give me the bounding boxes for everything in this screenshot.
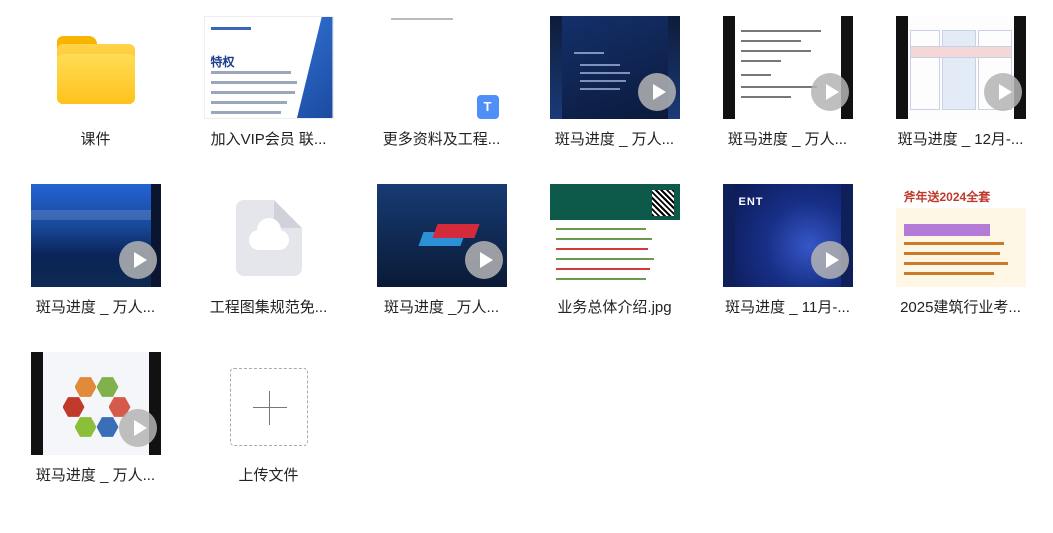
file-tile-more-docs[interactable]: T 更多资料及工程... [355, 0, 528, 168]
video-thumbnail: ENT [722, 184, 853, 287]
file-label: 斑马进度 _ 万人... [554, 131, 675, 148]
file-label: 斑马进度 _ 万人... [35, 467, 156, 484]
file-tile-exam-2025[interactable]: 斧年送2024全套 2025建筑行业考... [874, 168, 1047, 336]
video-thumbnail [549, 16, 680, 119]
file-label: 斑马进度 _ 11月-... [725, 299, 850, 316]
file-label: 工程图集规范免... [209, 299, 328, 316]
play-icon [810, 73, 849, 111]
file-tile-zhanma-12[interactable]: 斑马进度 _ 12月-... [874, 0, 1047, 168]
video-thumbnail [376, 184, 507, 287]
file-label: 斑马进度 _ 万人... [727, 131, 848, 148]
file-tile-zhanma-1[interactable]: 斑马进度 _ 万人... [528, 0, 701, 168]
file-tile-zhanma-3[interactable]: 斑马进度 _ 万人... [9, 168, 182, 336]
video-thumbnail [30, 184, 161, 287]
folder-icon [56, 36, 135, 104]
file-label: 加入VIP会员 联... [210, 131, 327, 148]
file-label: 斑马进度 _ 12月-... [897, 131, 1024, 148]
upload-file-button[interactable]: 上传文件 [182, 336, 355, 504]
thumb-title: ENT [738, 196, 764, 208]
file-tile-folder-kejian[interactable]: 课件 [9, 0, 182, 168]
file-tile-zhanma-5[interactable]: 斑马进度 _ 万人... [9, 336, 182, 504]
play-icon [464, 241, 503, 279]
image-thumbnail: 特权 [203, 16, 334, 119]
file-tile-zhanma-11[interactable]: ENT 斑马进度 _ 11月-... [701, 168, 874, 336]
video-thumbnail [895, 16, 1026, 119]
file-tile-business[interactable]: 业务总体介绍.jpg [528, 168, 701, 336]
image-thumbnail: 斧年送2024全套 [895, 184, 1026, 287]
file-label: 斑马进度 _ 万人... [35, 299, 156, 316]
play-icon [118, 241, 157, 279]
thumb-title: 特权 [210, 55, 235, 69]
video-thumbnail [722, 16, 853, 119]
thumb-title: 斧年送2024全套 [903, 190, 991, 204]
file-label: 课件 [80, 131, 111, 148]
play-icon [810, 241, 849, 279]
text-file-icon: T [476, 95, 499, 119]
file-label: 2025建筑行业考... [900, 299, 1021, 316]
file-label: 业务总体介绍.jpg [557, 299, 672, 316]
video-thumbnail [30, 352, 161, 455]
document-thumbnail: T [376, 16, 507, 119]
file-label: 斑马进度 _万人... [383, 299, 499, 316]
play-icon [983, 73, 1022, 111]
file-tile-zhanma-2[interactable]: 斑马进度 _ 万人... [701, 0, 874, 168]
file-tile-vip[interactable]: 特权 加入VIP会员 联... [182, 0, 355, 168]
play-icon [118, 409, 157, 447]
file-tile-drawing-atlas[interactable]: 工程图集规范免... [182, 168, 355, 336]
file-label: 更多资料及工程... [382, 131, 501, 148]
file-tile-zhanma-4[interactable]: 斑马进度 _万人... [355, 168, 528, 336]
cloud-file-icon [235, 200, 302, 276]
add-icon [229, 368, 308, 446]
play-icon [637, 73, 676, 111]
image-thumbnail [549, 184, 680, 287]
upload-label: 上传文件 [238, 467, 299, 484]
file-grid: 课件 特权 加入VIP会员 联... T 更多资料及工程... 斑马进度 _ 万… [0, 0, 1053, 533]
